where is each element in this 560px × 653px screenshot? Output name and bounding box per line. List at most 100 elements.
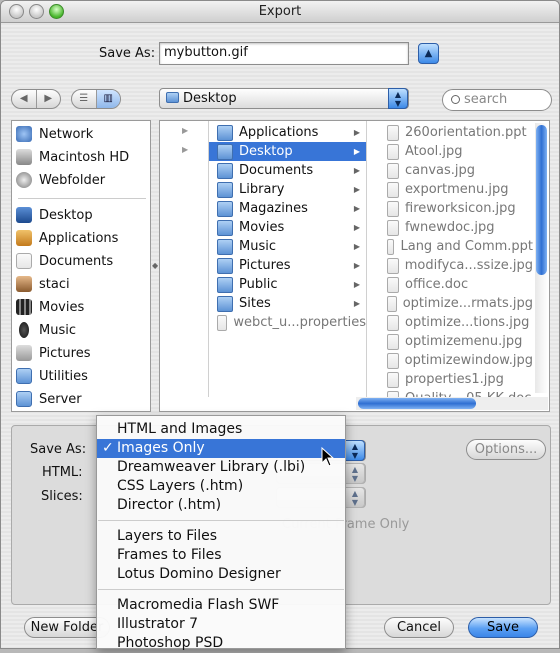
vertical-scroll-thumb[interactable] [536,125,547,275]
menu-item-frames-to-files[interactable]: Frames to Files [97,546,345,565]
file-row[interactable]: fwnewdoc.jpg [367,218,533,237]
file-icon [387,143,399,160]
menu-item-layers-to-files[interactable]: Layers to Files [97,527,345,546]
location-popup[interactable]: Desktop ▲ ▼ [159,88,409,109]
file-icon [387,295,397,312]
row-label: Sites [239,296,271,311]
title-bar: Export [1,1,559,23]
row-label: canvas.jpg [405,163,476,178]
view-mode-control[interactable]: ☰ ▥ [71,89,121,109]
back-arrow-icon[interactable]: ◀ [12,90,36,108]
filename-field[interactable]: mybutton.gif [159,42,409,65]
file-icon [387,276,399,293]
folder-icon [217,143,233,160]
sidebar-item-network[interactable]: Network [16,124,93,144]
file-icon [387,314,399,331]
search-placeholder: search [464,92,508,107]
collapse-dialog-button[interactable]: ▲ [418,43,439,64]
list-view-icon[interactable]: ☰ [72,90,96,108]
row-label: 260orientation.ppt [405,125,527,140]
row-label: properties1.jpg [405,372,504,387]
folder-row[interactable]: Public ▶ [209,275,366,294]
menu-item-dreamweaver-library[interactable]: Dreamweaver Library (.lbi) [97,458,345,477]
row-label: modifyca...ssize.jpg [404,258,533,273]
disclosure-arrow-icon: ▶ [353,242,360,251]
file-icon [387,181,399,198]
file-row[interactable]: optimizemenu.jpg [367,332,533,351]
menu-item-illustrator-7[interactable]: Illustrator 7 [97,615,345,634]
network-volume-icon [16,172,32,188]
sidebar-item-macintosh-hd[interactable]: Macintosh HD [16,147,129,167]
row-label: Atool.jpg [405,144,463,159]
row-label: optimize...rmats.jpg [402,296,533,311]
vertical-scrollbar[interactable] [535,123,548,393]
folder-row[interactable]: Desktop ▶ [209,142,366,161]
horizontal-scroll-thumb[interactable] [358,398,476,409]
file-row[interactable]: optimize...tions.jpg [367,313,533,332]
pictures-icon [16,345,32,361]
folder-icon [217,200,233,217]
row-label: Applications [239,125,319,140]
sidebar-item-music[interactable]: Music [16,320,76,340]
desktop-icon [16,207,32,223]
menu-item-html-and-images[interactable]: HTML and Images [97,420,345,439]
folder-row[interactable]: Documents ▶ [209,161,366,180]
sidebar-item-pictures[interactable]: Pictures [16,343,90,363]
folder-row[interactable]: Library ▶ [209,180,366,199]
back-forward-control[interactable]: ◀ ▶ [11,89,61,109]
file-row[interactable]: 260orientation.ppt [367,123,533,142]
file-row[interactable]: optimizewindow.jpg [367,351,533,370]
horizontal-scrollbar[interactable] [356,397,548,410]
menu-item-css-layers[interactable]: CSS Layers (.htm) [97,477,345,496]
file-row[interactable]: Lang and Comm.ppt [367,237,533,256]
menu-item-macromedia-flash-swf[interactable]: Macromedia Flash SWF [97,596,345,615]
folder-row[interactable]: Sites ▶ [209,294,366,313]
row-label: Movies [239,220,285,235]
file-row[interactable]: office.doc [367,275,533,294]
menu-item-lotus-domino-designer[interactable]: Lotus Domino Designer [97,565,345,584]
column-view-icon[interactable]: ▥ [95,90,120,108]
sidebar-item-server[interactable]: Server [16,389,82,409]
sidebar-item-movies[interactable]: Movies [16,297,84,317]
sidebar-item-staci[interactable]: staci [16,274,70,294]
file-row[interactable]: modifyca...ssize.jpg [367,256,533,275]
search-field[interactable]: search [442,89,552,111]
sidebar-item-webfolder[interactable]: Webfolder [16,170,105,190]
folder-icon [217,238,233,255]
disclosure-arrow-icon: ▶ [353,261,360,270]
save-as-type-label: Save As: [30,442,87,457]
file-row[interactable]: fireworksicon.jpg [367,199,533,218]
sidebar-item-documents[interactable]: Documents [16,251,113,271]
folder-row[interactable]: Movies ▶ [209,218,366,237]
folder-row[interactable]: Magazines ▶ [209,199,366,218]
file-icon [387,257,399,274]
folder-row[interactable]: Music ▶ [209,237,366,256]
file-row[interactable]: exportmenu.jpg [367,180,533,199]
sidebar-item-desktop[interactable]: Desktop [16,205,93,225]
sidebar-item-utilities[interactable]: Utilities [16,366,88,386]
file-row[interactable]: properties1.jpg [367,370,533,389]
desktop-folder-icon [166,92,179,103]
row-label: Public [239,277,278,292]
file-row[interactable]: optimize...rmats.jpg [367,294,533,313]
sidebar-resize-handle[interactable]: ◆ [152,261,158,270]
options-button[interactable]: Options... [466,439,546,460]
cancel-button[interactable]: Cancel [384,617,454,638]
folder-row[interactable]: Pictures ▶ [209,256,366,275]
home-icon [16,276,32,292]
folder-row[interactable]: webct_u...properties [209,313,366,332]
window-title: Export [258,4,302,19]
row-label: Lang and Comm.ppt [400,239,533,254]
row-label: optimize...tions.jpg [405,315,530,330]
folder-row[interactable]: Applications ▶ [209,123,366,142]
menu-item-director[interactable]: Director (.htm) [97,496,345,515]
location-label: Desktop [183,91,237,106]
forward-arrow-icon[interactable]: ▶ [35,90,61,108]
file-row[interactable]: Atool.jpg [367,142,533,161]
file-row[interactable]: canvas.jpg [367,161,533,180]
column-browser: ▶ ▶ Applications ▶ Desktop ▶ Documents ▶ Libra… [159,120,550,412]
save-button[interactable]: Save [468,617,538,638]
menu-item-images-only[interactable]: ✓ Images Only [97,439,345,458]
menu-item-photoshop-psd[interactable]: Photoshop PSD [97,634,345,653]
sidebar-item-applications[interactable]: Applications [16,228,118,248]
